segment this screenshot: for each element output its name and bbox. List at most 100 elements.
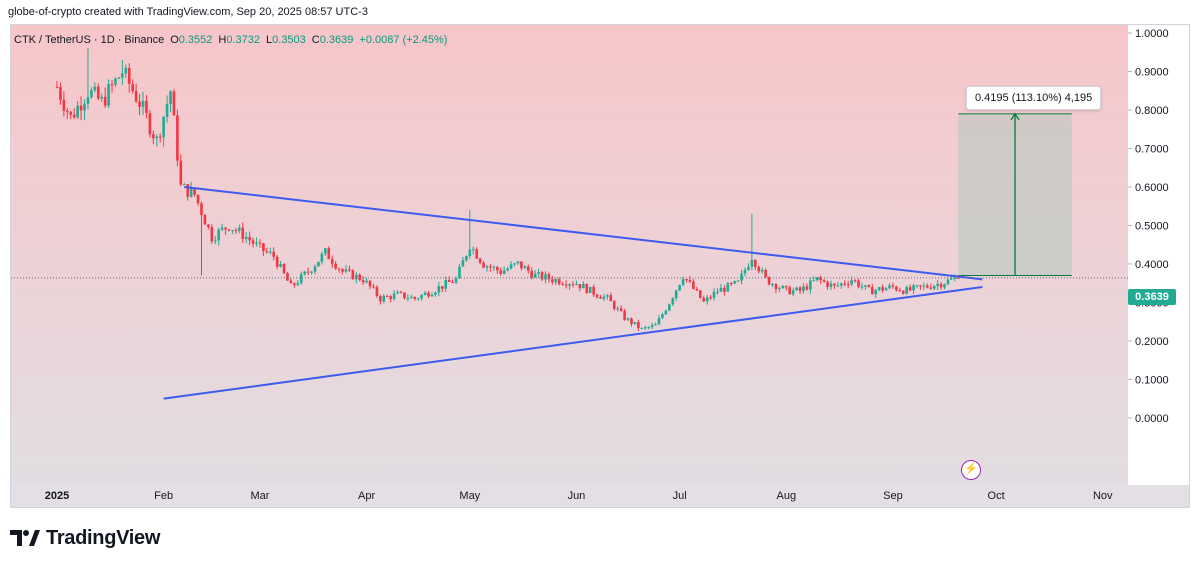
candle-body — [354, 274, 358, 280]
candle-body — [681, 279, 685, 285]
price-tick-label: 0.1000 — [1135, 374, 1169, 386]
candle-body — [877, 287, 881, 291]
candle-body — [516, 261, 520, 264]
candle-body — [864, 285, 867, 287]
open-label: O — [170, 34, 179, 46]
candle-body — [186, 184, 190, 197]
lightning-bolt-icon[interactable]: ⚡ — [961, 460, 981, 480]
candle-body — [936, 283, 939, 286]
candle-body — [158, 136, 162, 138]
symbol-name[interactable]: CTK / TetherUS · 1D · Binance — [14, 34, 164, 46]
candle-body — [588, 286, 592, 293]
candle-body — [382, 295, 386, 302]
candle-body — [213, 240, 217, 242]
candle-body — [685, 279, 688, 281]
candle-body — [757, 266, 761, 272]
measure-label[interactable]: 0.4195 (113.10%) 4,195 — [966, 86, 1102, 110]
candle-body — [650, 325, 654, 328]
candle-body — [121, 73, 124, 78]
time-tick-label: Mar — [250, 490, 269, 502]
candle-body — [736, 280, 740, 282]
candle-body — [169, 91, 172, 105]
high-value: 0.3732 — [226, 34, 261, 46]
price-tick-label: 0.8000 — [1135, 105, 1169, 117]
candle-body — [582, 283, 585, 289]
candle-body — [692, 281, 695, 289]
candle-body — [334, 263, 337, 269]
candle-body — [674, 290, 678, 299]
candle-body — [148, 113, 152, 135]
symbol-legend[interactable]: CTK / TetherUS · 1D · Binance O0.3552 H0… — [14, 34, 447, 46]
candle-body — [712, 291, 716, 298]
candle-body — [189, 188, 193, 197]
candle-body — [554, 279, 558, 283]
candle-body — [678, 284, 681, 291]
candle-body — [427, 292, 430, 297]
candle-body — [547, 274, 551, 280]
candle-body — [282, 263, 286, 274]
price-tick-label: 0.5000 — [1135, 220, 1169, 232]
footer-brand[interactable]: TradingView — [10, 526, 160, 550]
candle-body — [798, 287, 802, 291]
candle-body — [155, 136, 159, 139]
candle-body — [860, 286, 864, 288]
candle-body — [471, 249, 475, 251]
candle-body — [458, 266, 461, 279]
candle-body — [506, 268, 509, 271]
candle-body — [912, 285, 915, 291]
price-tick-label: 0.7000 — [1135, 143, 1169, 155]
candle-body — [874, 290, 878, 295]
time-tick-label: Sep — [883, 490, 903, 502]
candle-body — [575, 284, 578, 286]
candle-body — [289, 280, 293, 284]
candle-body — [100, 96, 104, 99]
candle-body — [630, 318, 633, 324]
candle-body — [303, 271, 306, 275]
candle-body — [489, 266, 492, 268]
candle-body — [698, 290, 702, 299]
candle-body — [764, 269, 767, 278]
candle-body — [513, 263, 516, 265]
candle-body — [389, 296, 392, 300]
candle-body — [781, 285, 785, 289]
candle-body — [251, 240, 255, 244]
candle-body — [317, 261, 320, 267]
candle-body — [62, 99, 66, 111]
candle-body — [392, 293, 396, 300]
candle-body — [557, 279, 561, 284]
candle-body — [719, 287, 723, 292]
candle-body — [478, 258, 482, 263]
candle-body — [723, 287, 726, 292]
price-tick-label: 0.0000 — [1135, 413, 1169, 425]
candle-body — [72, 114, 76, 118]
candle-body — [530, 270, 534, 278]
candle-body — [310, 271, 313, 273]
candle-body — [740, 273, 743, 281]
candle-body — [182, 184, 186, 186]
candle-body — [396, 291, 399, 294]
candle-body — [272, 251, 276, 257]
candle-body — [943, 284, 946, 288]
candle-body — [544, 274, 547, 280]
candle-body — [915, 285, 919, 287]
candle-body — [279, 263, 282, 267]
candle-body — [55, 86, 59, 88]
candle-body — [688, 279, 692, 282]
price-tick-label: 0.4000 — [1135, 259, 1169, 271]
low-value: 0.3503 — [272, 34, 306, 46]
candle-body — [568, 284, 571, 286]
candle-body — [867, 285, 871, 288]
candle-body — [946, 279, 950, 285]
candle-body — [306, 271, 310, 273]
candle-body — [585, 283, 589, 293]
candle-body — [888, 285, 891, 289]
candle-body — [79, 105, 83, 111]
candle-body — [451, 282, 454, 284]
candle-body — [599, 296, 602, 299]
candle-body — [654, 324, 657, 326]
candle-body — [93, 86, 97, 91]
candle-body — [750, 259, 754, 267]
candle-body — [241, 227, 245, 240]
candle-body — [537, 272, 540, 274]
candle-body — [881, 287, 884, 291]
